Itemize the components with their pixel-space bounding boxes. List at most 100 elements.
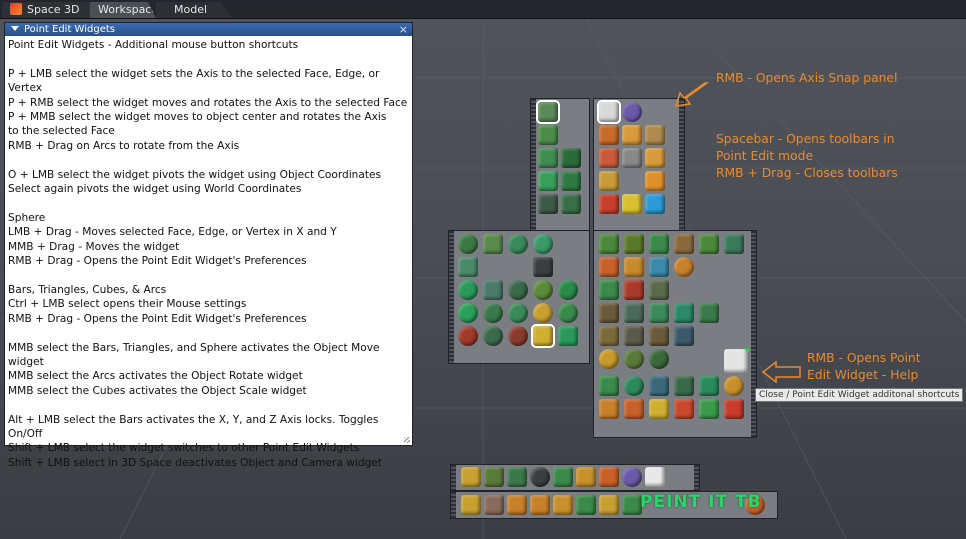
sphere-icon[interactable] bbox=[624, 349, 644, 369]
cube-icon[interactable] bbox=[649, 257, 669, 277]
sphere-icon[interactable] bbox=[533, 303, 553, 323]
bars-icon[interactable] bbox=[599, 234, 619, 254]
cone-icon[interactable] bbox=[483, 234, 503, 254]
cube-icon[interactable] bbox=[538, 148, 558, 168]
sphere-icon[interactable] bbox=[530, 467, 550, 487]
ring-icon[interactable] bbox=[553, 495, 573, 515]
ring-icon[interactable] bbox=[724, 376, 744, 396]
tube-icon[interactable] bbox=[461, 467, 481, 487]
grid-cube-icon[interactable] bbox=[699, 303, 719, 323]
sphere-icon[interactable] bbox=[508, 280, 528, 300]
tab-workspace[interactable]: Workspace bbox=[90, 2, 156, 18]
sphere-icon[interactable] bbox=[483, 303, 503, 323]
bars-icon[interactable] bbox=[538, 194, 558, 214]
y-letter-icon[interactable] bbox=[622, 194, 642, 214]
sphere-icon[interactable] bbox=[558, 280, 578, 300]
toolbar-handle[interactable] bbox=[531, 99, 536, 231]
cube-icon[interactable] bbox=[624, 303, 644, 323]
cube-icon[interactable] bbox=[724, 234, 744, 254]
grid-icon[interactable] bbox=[674, 326, 694, 346]
sphere-icon[interactable] bbox=[508, 303, 528, 323]
ring-icon[interactable] bbox=[576, 467, 596, 487]
arrows-icon[interactable] bbox=[699, 376, 719, 396]
sphere-icon[interactable] bbox=[458, 234, 478, 254]
sphere-icon[interactable] bbox=[533, 280, 553, 300]
sphere-icon[interactable] bbox=[458, 303, 478, 323]
blank-icon[interactable] bbox=[622, 148, 642, 168]
pyramid-icon[interactable] bbox=[674, 234, 694, 254]
cross-cube-icon[interactable] bbox=[674, 303, 694, 323]
sphere-icon[interactable] bbox=[649, 349, 669, 369]
cross-icon[interactable] bbox=[599, 467, 619, 487]
cube-icon[interactable] bbox=[649, 280, 669, 300]
axis-x-icon[interactable] bbox=[599, 148, 619, 168]
cube-icon[interactable] bbox=[674, 376, 694, 396]
cube-icon[interactable] bbox=[538, 125, 558, 145]
ring-icon[interactable] bbox=[599, 399, 619, 419]
panel-title-bar[interactable]: Point Edit Widgets × bbox=[5, 23, 412, 36]
sphere-icon[interactable] bbox=[483, 326, 503, 346]
tab-model[interactable]: Model bbox=[156, 2, 232, 18]
grid-cube-icon[interactable] bbox=[645, 171, 665, 191]
toolbar-handle[interactable] bbox=[451, 492, 456, 518]
cube-icon[interactable] bbox=[558, 326, 578, 346]
sphere-icon[interactable] bbox=[674, 257, 694, 277]
bars-icon[interactable] bbox=[699, 234, 719, 254]
bars-icon[interactable] bbox=[599, 326, 619, 346]
bars-icon[interactable] bbox=[561, 194, 581, 214]
collapse-triangle-icon[interactable] bbox=[11, 26, 19, 31]
arrows-icon[interactable] bbox=[576, 495, 596, 515]
cube-icon[interactable] bbox=[538, 171, 558, 191]
cube-icon[interactable] bbox=[536, 100, 560, 124]
arrows-icon[interactable] bbox=[553, 467, 573, 487]
grid-icon[interactable] bbox=[649, 376, 669, 396]
triangle-icon[interactable] bbox=[599, 303, 619, 323]
arrows-icon[interactable] bbox=[699, 399, 719, 419]
help-close-button[interactable] bbox=[724, 348, 749, 373]
arrow-icon[interactable] bbox=[649, 399, 669, 419]
triangle-icon[interactable] bbox=[561, 148, 581, 168]
sphere-icon[interactable] bbox=[458, 280, 478, 300]
box-icon[interactable] bbox=[461, 495, 481, 515]
close-icon[interactable]: × bbox=[399, 23, 408, 36]
axis-icon[interactable] bbox=[597, 100, 621, 124]
mesh-icon[interactable] bbox=[622, 125, 642, 145]
bars-icon[interactable] bbox=[624, 234, 644, 254]
cube-icon[interactable] bbox=[649, 326, 669, 346]
arrows-icon[interactable] bbox=[674, 399, 694, 419]
grid-icon[interactable] bbox=[533, 257, 553, 277]
toolbar-handle[interactable] bbox=[751, 231, 756, 437]
cube-icon[interactable] bbox=[599, 280, 619, 300]
sphere-icon[interactable] bbox=[508, 326, 528, 346]
toolbar-handle[interactable] bbox=[679, 99, 684, 231]
sphere-icon[interactable] bbox=[558, 303, 578, 323]
cube-icon[interactable] bbox=[484, 467, 504, 487]
z-letter-icon[interactable] bbox=[645, 194, 665, 214]
resize-grip-icon[interactable] bbox=[404, 437, 410, 443]
ring-icon[interactable] bbox=[649, 303, 669, 323]
sphere-icon[interactable] bbox=[458, 326, 478, 346]
cube-icon[interactable] bbox=[599, 125, 619, 145]
star-icon[interactable] bbox=[645, 467, 665, 487]
sphere-icon[interactable] bbox=[624, 376, 644, 396]
x-icon[interactable] bbox=[724, 399, 744, 419]
tab-space-3d[interactable]: Space 3D bbox=[2, 2, 90, 18]
cube-icon[interactable] bbox=[507, 467, 527, 487]
x-letter-icon[interactable] bbox=[599, 194, 619, 214]
cube-icon[interactable] bbox=[624, 257, 644, 277]
cube-icon[interactable] bbox=[624, 280, 644, 300]
stairs-icon[interactable] bbox=[624, 326, 644, 346]
toolbar-handle[interactable] bbox=[694, 465, 699, 490]
stack-icon[interactable] bbox=[507, 495, 527, 515]
ring-icon[interactable] bbox=[624, 399, 644, 419]
ring-icon[interactable] bbox=[483, 280, 503, 300]
cube-icon[interactable] bbox=[645, 148, 665, 168]
cube-icon[interactable] bbox=[649, 234, 669, 254]
arrows-icon[interactable] bbox=[599, 376, 619, 396]
triangle-icon[interactable] bbox=[561, 171, 581, 191]
cube-icon[interactable] bbox=[599, 257, 619, 277]
l-bracket-icon[interactable] bbox=[599, 171, 619, 191]
grid-icon[interactable] bbox=[530, 495, 550, 515]
stairs-icon[interactable] bbox=[645, 125, 665, 145]
sphere-icon[interactable] bbox=[599, 349, 619, 369]
